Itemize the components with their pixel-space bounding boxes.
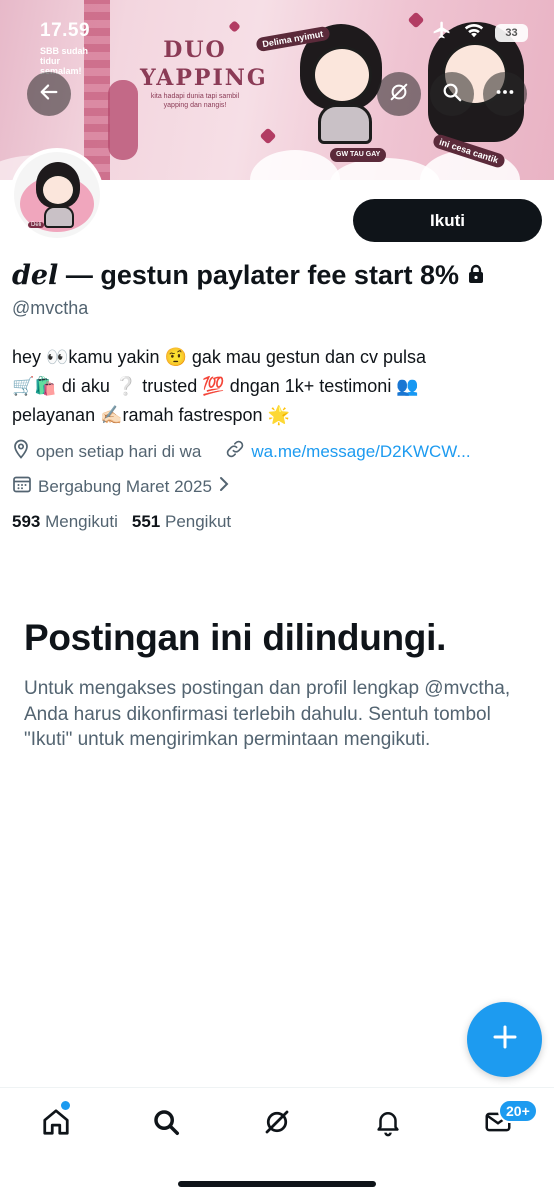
avatar[interactable]: Deli: [10, 148, 104, 242]
follow-counts: 593 Mengikuti 551 Pengikut: [12, 512, 231, 532]
grok-button[interactable]: [377, 72, 421, 116]
link-icon: [225, 439, 245, 464]
airplane-icon: [431, 20, 453, 45]
banner-shape: [108, 80, 138, 160]
banner-tagline: kita hadapi dunia tapi sambil yapping da…: [150, 93, 240, 109]
status-time: 17.59: [40, 20, 91, 41]
chevron-right-icon: [218, 475, 230, 498]
bio-line: pelayanan ✍🏻ramah fastrespon 🌟: [12, 405, 290, 425]
back-button[interactable]: [27, 72, 71, 116]
banner-star: [259, 127, 277, 145]
location-icon: [12, 439, 30, 464]
banner-title-line2: YAPPING: [140, 65, 268, 91]
following-label: Mengikuti: [45, 512, 118, 531]
calendar-icon: [12, 474, 32, 499]
status-icons: 33: [431, 20, 528, 45]
avatar-tag: Deli: [28, 222, 45, 228]
joined-text: Bergabung Maret 2025: [38, 476, 212, 496]
avatar-face: [41, 174, 75, 206]
avatar-image: Deli: [14, 152, 100, 238]
profile-meta-row: open setiap hari di wa wa.me/message/D2K…: [12, 439, 471, 464]
character-face: [312, 46, 372, 104]
handle: @mvctha: [12, 298, 89, 318]
nav-grok[interactable]: [257, 1104, 297, 1144]
back-arrow-icon: [38, 81, 60, 108]
search-button[interactable]: [430, 72, 474, 116]
following-link[interactable]: 593 Mengikuti: [12, 512, 118, 532]
avatar-body: [44, 206, 74, 228]
search-icon: [441, 81, 463, 108]
bio-line: hey 👀kamu yakin 🤨 gak mau gestun dan cv …: [12, 347, 427, 367]
messages-badge: 20+: [498, 1099, 538, 1123]
display-name-text: del — gestun paylater fee start 8%: [12, 260, 459, 291]
lock-icon: [467, 260, 485, 291]
display-name: del — gestun paylater fee start 8%: [12, 260, 485, 291]
compose-button[interactable]: [467, 1002, 542, 1077]
more-button[interactable]: [483, 72, 527, 116]
following-count: 593: [12, 512, 41, 531]
protected-message: Untuk mengakses postingan dan profil len…: [24, 678, 511, 750]
banner-cloud: [250, 150, 340, 180]
wifi-icon: [463, 21, 485, 44]
display-name-styled: del: [12, 260, 59, 291]
home-icon: [41, 1107, 71, 1142]
followers-link[interactable]: 551 Pengikut: [132, 512, 231, 532]
home-indicator: [178, 1181, 376, 1187]
grok-icon: [262, 1107, 292, 1142]
search-icon: [151, 1107, 181, 1142]
followers-count: 551: [131, 512, 161, 531]
more-icon: [494, 81, 516, 108]
nav-notifications[interactable]: [368, 1104, 408, 1144]
display-name-rest: — gestun paylater fee start 8%: [65, 260, 459, 290]
battery-indicator: 33: [495, 23, 528, 42]
status-bar: 17.59 33: [0, 18, 554, 48]
bio: hey 👀kamu yakin 🤨 gak mau gestun dan cv …: [12, 343, 542, 430]
nav-search[interactable]: [146, 1104, 186, 1144]
banner-bubble: GW TAU GAY: [330, 148, 387, 162]
home-unread-dot: [61, 1101, 70, 1110]
grok-icon: [388, 81, 410, 108]
profile-link[interactable]: wa.me/message/D2KWCW...: [251, 442, 470, 462]
bell-icon: [373, 1107, 403, 1142]
nav-home[interactable]: [36, 1104, 76, 1144]
plus-icon: [491, 1023, 519, 1056]
character-body: [318, 104, 372, 144]
follow-button[interactable]: Ikuti: [353, 199, 542, 242]
protected-title: Postingan ini dilindungi.: [24, 617, 447, 658]
bio-line: 🛒🛍️ di aku ❔ trusted 💯 dngan 1k+ testimo…: [12, 376, 419, 396]
location-text: open setiap hari di wa: [36, 441, 202, 461]
joined-row[interactable]: Bergabung Maret 2025: [12, 474, 230, 499]
followers-label: Pengikut: [164, 512, 232, 531]
